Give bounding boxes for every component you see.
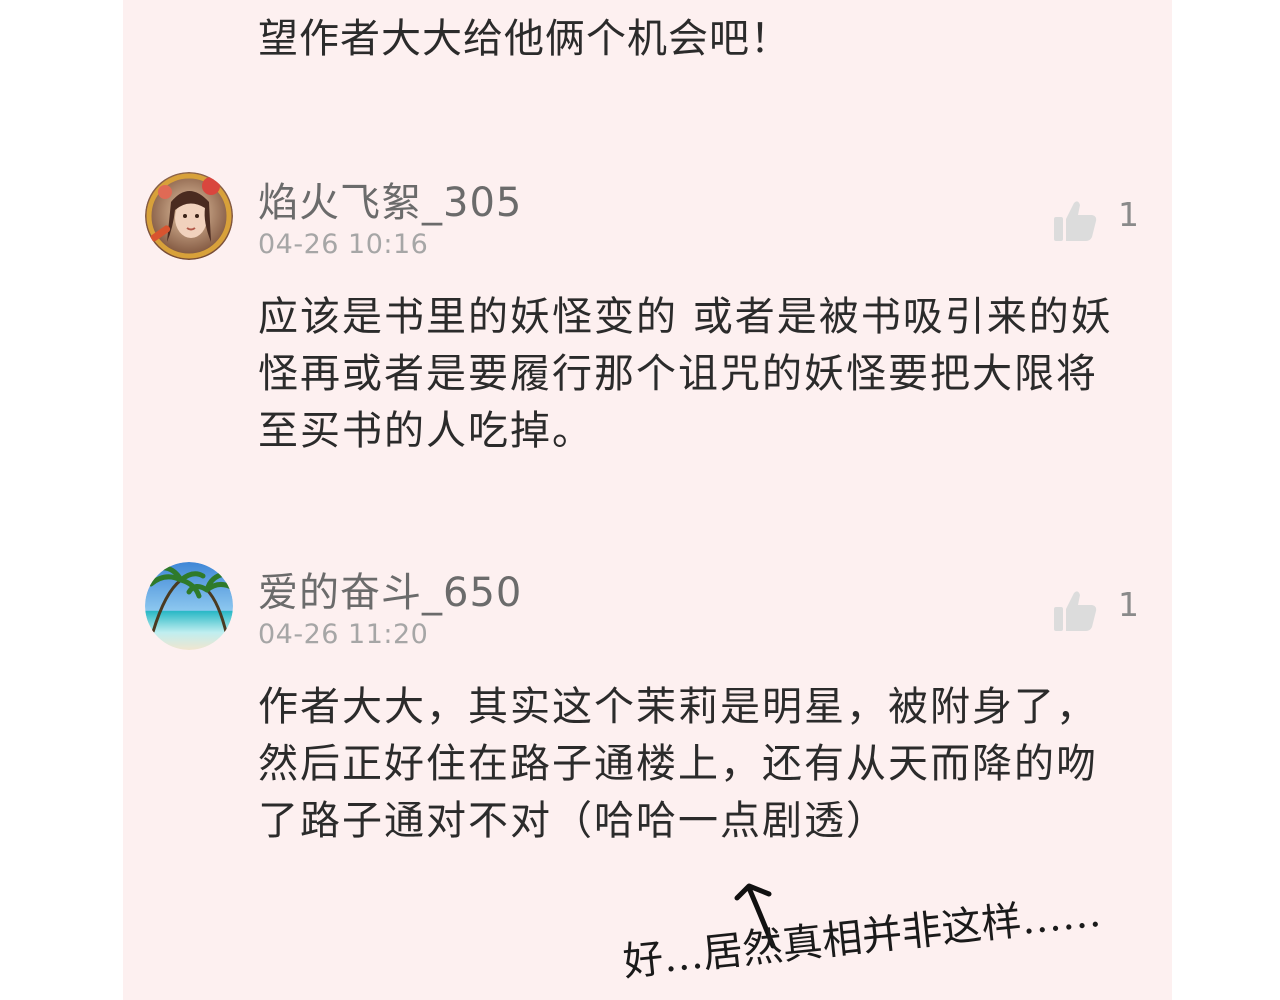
- username[interactable]: 爱的奋斗_650: [258, 560, 522, 618]
- avatar[interactable]: [145, 172, 233, 260]
- thumbs-up-icon: [1054, 201, 1097, 241]
- timestamp: 04-26 10:16: [258, 229, 429, 260]
- avatar-girl-icon: [145, 172, 233, 260]
- timestamp: 04-26 11:20: [258, 619, 429, 650]
- like-count: 1: [1118, 195, 1139, 234]
- username[interactable]: 焰火飞絮_305: [258, 170, 522, 228]
- comic-page: 望作者大大给他俩个机会吧！ 焰火飞絮_305 04-26 10:16 1 应该是…: [0, 0, 1280, 1000]
- like-button[interactable]: 1: [1052, 585, 1142, 635]
- comment-body: 应该是书里的妖怪变的 或者是被书吸引来的妖怪再或者是要履行那个诅咒的妖怪要把大限…: [258, 294, 1113, 454]
- comment-body: 作者大大，其实这个茉莉是明星，被附身了，然后正好住在路子通楼上，还有从天而降的吻…: [258, 684, 1098, 844]
- thumbs-up-icon: [1054, 591, 1097, 631]
- previous-comment-text: 望作者大大给他俩个机会吧！: [258, 16, 791, 62]
- like-button[interactable]: 1: [1052, 195, 1142, 245]
- avatar-beach-icon: [145, 562, 233, 650]
- avatar[interactable]: [145, 562, 233, 650]
- comment-panel: [123, 0, 1172, 1000]
- like-count: 1: [1118, 585, 1139, 624]
